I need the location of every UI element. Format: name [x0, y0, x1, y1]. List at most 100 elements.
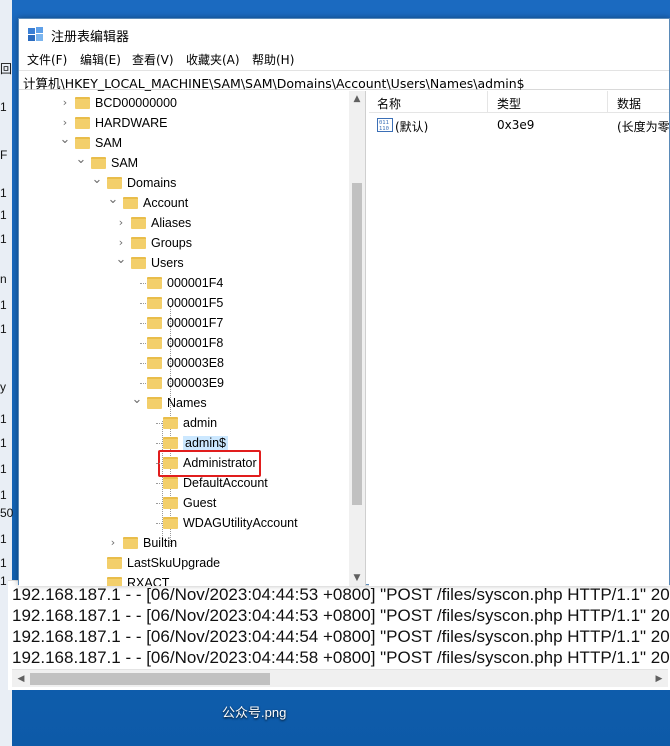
folder-icon	[75, 117, 90, 129]
tree-connector	[156, 463, 162, 464]
desktop-edge-text: 1	[0, 436, 7, 450]
chevron-down-icon[interactable]: ⌄	[59, 133, 71, 147]
chevron-right-icon[interactable]: ›	[59, 96, 71, 110]
folder-icon	[147, 277, 162, 289]
tree-item-label: Guest	[183, 496, 217, 510]
desktop-edge-text: y	[0, 380, 6, 394]
column-data-header[interactable]: 数据	[617, 95, 641, 112]
tree-item-rxact[interactable]: RXACT	[19, 573, 347, 586]
tree-connector	[140, 283, 146, 284]
chevron-down-icon[interactable]: ⌄	[75, 153, 87, 167]
tree-scroll-thumb[interactable]	[352, 183, 362, 505]
tree-item-aliases[interactable]: › Aliases	[19, 213, 347, 233]
tree-item-admin[interactable]: admin	[19, 413, 347, 433]
tree-connector	[156, 443, 162, 444]
tree-connector	[140, 383, 146, 384]
value-type: 0x3e9	[497, 118, 535, 132]
console-horizontal-scrollbar[interactable]: ◀ ▶	[12, 669, 668, 687]
tree-item-lastskuupgrade[interactable]: LastSkuUpgrade	[19, 553, 347, 573]
scroll-right-icon[interactable]: ▶	[652, 672, 666, 686]
tree-item-label: RXACT	[127, 576, 170, 586]
tree-vertical-scrollbar[interactable]: ▲ ▼	[349, 91, 365, 586]
tree-item-sam[interactable]: ⌄ SAM	[19, 133, 347, 153]
folder-icon	[147, 397, 162, 409]
tree-item-000003e9[interactable]: 000003E9	[19, 373, 347, 393]
log-line: 192.168.187.1 - - [06/Nov/2023:04:44:54 …	[12, 627, 670, 646]
chevron-right-icon[interactable]: ›	[107, 536, 119, 550]
tree-item-label: 000003E8	[167, 356, 225, 370]
console-scroll-thumb[interactable]	[30, 673, 270, 685]
desktop-edge-text: n	[0, 272, 7, 286]
tree-connector	[156, 483, 162, 484]
desktop-edge-text: 1	[0, 298, 7, 312]
folder-icon	[147, 337, 162, 349]
menu-bar: 文件(F) 编辑(E) 查看(V) 收藏夹(A) 帮助(H)	[19, 49, 669, 69]
tree-item-users[interactable]: ⌄ Users	[19, 253, 347, 273]
tree-item-label: WDAGUtilityAccount	[183, 516, 298, 530]
tree-item-label: Administrator	[183, 456, 257, 470]
tree-item-000003e8[interactable]: 000003E8	[19, 353, 347, 373]
folder-icon	[147, 297, 162, 309]
chevron-right-icon[interactable]: ›	[115, 236, 127, 250]
tree-item-000001f4[interactable]: 000001F4	[19, 273, 347, 293]
svg-text:110: 110	[379, 126, 389, 132]
tree-item-domains[interactable]: ⌄ Domains	[19, 173, 347, 193]
column-name-header[interactable]: 名称	[377, 95, 401, 112]
menu-view[interactable]: 查看(V)	[132, 51, 174, 68]
folder-icon	[75, 137, 90, 149]
address-bar[interactable]: 计算机\HKEY_LOCAL_MACHINE\SAM\SAM\Domains\A…	[19, 70, 669, 92]
column-separator[interactable]	[607, 91, 608, 113]
folder-icon	[131, 237, 146, 249]
tree-item-defaultaccount[interactable]: DefaultAccount	[19, 473, 347, 493]
tree-item-admin-[interactable]: admin$	[19, 433, 347, 453]
desktop-edge-text: 1	[0, 232, 7, 246]
tree-item-label: LastSkuUpgrade	[127, 556, 221, 570]
column-type-header[interactable]: 类型	[497, 95, 521, 112]
chevron-down-icon[interactable]: ⌄	[115, 253, 127, 267]
column-separator[interactable]	[487, 91, 488, 113]
tree-connector	[140, 363, 146, 364]
scroll-up-icon[interactable]: ▲	[351, 93, 363, 105]
chevron-down-icon[interactable]: ⌄	[107, 193, 119, 207]
value-row[interactable]: 011 110 (默认) 0x3e9 (长度为零	[369, 115, 669, 135]
regedit-icon	[28, 27, 43, 41]
tree-connector	[140, 303, 146, 304]
scroll-left-icon[interactable]: ◀	[14, 672, 28, 686]
tree-item-000001f8[interactable]: 000001F8	[19, 333, 347, 353]
tree-item-wdagutilityaccount[interactable]: WDAGUtilityAccount	[19, 513, 347, 533]
scroll-down-icon[interactable]: ▼	[351, 572, 363, 584]
tree-item-guest[interactable]: Guest	[19, 493, 347, 513]
tree-item-label: Groups	[151, 236, 192, 250]
tree-item-names[interactable]: ⌄ Names	[19, 393, 347, 413]
folder-icon	[163, 477, 178, 489]
title-bar[interactable]: 注册表编辑器	[19, 19, 669, 49]
chevron-right-icon[interactable]: ›	[59, 116, 71, 130]
tree-item-groups[interactable]: › Groups	[19, 233, 347, 253]
tree-item-label: 000001F7	[167, 316, 224, 330]
tree-item-label: Account	[143, 196, 189, 210]
chevron-down-icon[interactable]: ⌄	[131, 393, 143, 407]
tree-item-administrator[interactable]: Administrator	[19, 453, 347, 473]
tree-item-000001f7[interactable]: 000001F7	[19, 313, 347, 333]
desktop-file-label[interactable]: 公众号.png	[222, 702, 286, 721]
tree-connector	[156, 423, 162, 424]
tree-item-hardware[interactable]: › HARDWARE	[19, 113, 347, 133]
chevron-down-icon[interactable]: ⌄	[91, 173, 103, 187]
tree-item-sam[interactable]: ⌄ SAM	[19, 153, 347, 173]
chevron-right-icon[interactable]: ›	[115, 216, 127, 230]
tree-item-000001f5[interactable]: 000001F5	[19, 293, 347, 313]
menu-edit[interactable]: 编辑(E)	[80, 51, 121, 68]
log-line: 192.168.187.1 - - [06/Nov/2023:04:44:53 …	[12, 585, 670, 604]
menu-help[interactable]: 帮助(H)	[252, 51, 294, 68]
value-name: (默认)	[395, 120, 429, 134]
desktop-edge-text: 1	[0, 532, 7, 546]
tree-item-account[interactable]: ⌄ Account	[19, 193, 347, 213]
address-path[interactable]: 计算机\HKEY_LOCAL_MACHINE\SAM\SAM\Domains\A…	[23, 73, 525, 92]
tree-item-label: Builtin	[143, 536, 178, 550]
menu-file[interactable]: 文件(F)	[27, 51, 67, 68]
desktop-edge-text: 1	[0, 556, 7, 570]
folder-icon	[147, 377, 162, 389]
tree-item-builtin[interactable]: › Builtin	[19, 533, 347, 553]
tree-item-bcd00000000[interactable]: › BCD00000000	[19, 93, 347, 113]
menu-favorites[interactable]: 收藏夹(A)	[186, 51, 240, 68]
